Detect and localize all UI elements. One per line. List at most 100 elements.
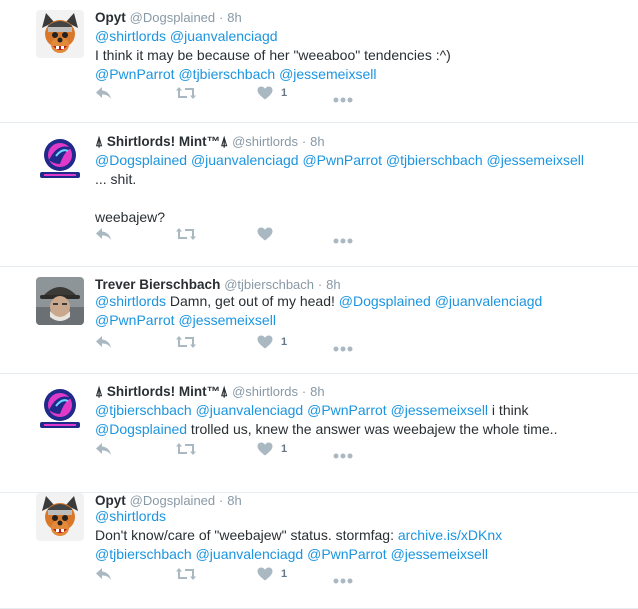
tweet-text-line: @shirtlords @juanvalenciagd [95,27,630,46]
timestamp[interactable]: 8h [227,493,241,508]
more-button[interactable] [333,90,353,110]
username[interactable]: @shirtlords [232,384,298,399]
like-button[interactable]: 1 [257,439,287,459]
mention-link[interactable]: @PwnParrot [95,66,175,82]
username[interactable]: @Dogsplained [130,493,215,508]
avatar[interactable] [36,10,84,58]
display-name[interactable]: ⍋ Shirtlords! Mint™⍋ [95,134,228,149]
mention-link[interactable]: @PwnParrot [307,402,387,418]
like-count: 1 [281,87,288,99]
mention-link[interactable]: @tjbierschbach [386,152,483,168]
timestamp[interactable]: 8h [227,10,241,25]
tweet[interactable]: Opyt @Dogsplained · 8h @shirtlords @juanv… [0,0,638,123]
retweet-button[interactable] [176,224,196,244]
mention-link[interactable]: @jessemeixsell [279,66,376,82]
tweet[interactable]: Trever Bierschbach @tjbierschbach · 8h @s… [0,267,638,374]
dog-avatar-icon [36,493,84,541]
mention-link[interactable]: @jessemeixsell [391,402,488,418]
tweet-text-line: @PwnParrot @jessemeixsell [95,311,630,330]
reply-button[interactable] [95,332,113,352]
mention-link[interactable]: @shirtlords [95,508,166,524]
separator-dot: · [317,277,323,292]
separator-dot: · [219,493,224,508]
retweet-button[interactable] [176,83,196,103]
tweet[interactable]: ⍋ Shirtlords! Mint™⍋ @shirtlords · 8h @tj… [0,374,638,493]
timestamp[interactable]: 8h [310,384,324,399]
mention-link[interactable]: @tjbierschbach [95,546,192,562]
separator-dot: · [301,134,307,149]
avatar[interactable] [36,134,84,182]
reply-button[interactable] [95,83,113,103]
tweet-actions: 1 [95,439,365,459]
tweet-header: Trever Bierschbach @tjbierschbach · 8h [95,275,630,293]
mention-link[interactable]: @PwnParrot [302,152,382,168]
display-name[interactable]: Trever Bierschbach [95,277,220,292]
username[interactable]: @shirtlords [232,134,298,149]
mention-link[interactable]: @juanvalenciagd [191,152,299,168]
reply-icon [95,335,113,349]
tweet-text-line: @tjbierschbach @juanvalenciagd @PwnParro… [95,545,630,564]
tweet[interactable]: Opyt @Dogsplained · 8h @shirtlords Don't k… [0,493,638,609]
retweet-icon [176,567,196,581]
mention-link[interactable]: @tjbierschbach [95,402,192,418]
retweet-button[interactable] [176,439,196,459]
like-button[interactable]: 1 [257,332,287,352]
mention-link[interactable]: @shirtlords [95,293,166,309]
mention-link[interactable]: @Dogsplained [95,152,187,168]
mention-link[interactable]: @juanvalenciagd [170,28,278,44]
tweet-actions [95,224,365,244]
username[interactable]: @tjbierschbach [224,277,314,292]
tweet-text-line: @shirtlords Damn, get out of my head! @D… [95,292,630,311]
reply-button[interactable] [95,564,113,584]
mention-link[interactable]: @juanvalenciagd [196,546,304,562]
text-segment: I think it may be because of her "weeabo… [95,47,451,63]
mention-link[interactable]: @PwnParrot [307,546,387,562]
mention-link[interactable]: @jessemeixsell [391,546,488,562]
avatar[interactable] [36,384,84,432]
tweet-header: ⍋ Shirtlords! Mint™⍋ @shirtlords · 8h [95,132,630,150]
more-button[interactable] [333,231,353,251]
mention-link[interactable]: @tjbierschbach [178,66,275,82]
mention-link[interactable]: @jessemeixsell [487,152,584,168]
tweet-content: Opyt @Dogsplained · 8h @shirtlords @juanv… [95,8,630,84]
username[interactable]: @Dogsplained [130,10,215,25]
mention-link[interactable]: @jessemeixsell [178,312,275,328]
retweet-button[interactable] [176,564,196,584]
shirtlords-avatar-icon [36,384,84,432]
retweet-icon [176,335,196,349]
reply-button[interactable] [95,224,113,244]
url-link[interactable]: archive.is/xDKnx [398,527,502,543]
mention-link[interactable]: @PwnParrot [95,312,175,328]
mention-link[interactable]: @juanvalenciagd [435,293,543,309]
retweet-button[interactable] [176,332,196,352]
tweet[interactable]: ⍋ Shirtlords! Mint™⍋ @shirtlords · 8h @Do… [0,123,638,267]
text-segment: trolled us, knew the answer was weebajew… [187,421,558,437]
avatar[interactable] [36,277,84,325]
avatar[interactable] [36,493,84,541]
display-name[interactable]: ⍋ Shirtlords! Mint™⍋ [95,384,228,399]
timestamp[interactable]: 8h [310,134,324,149]
tweet-text-line: Don't know/care of "weebajew" status. st… [95,526,630,545]
mention-link[interactable]: @Dogsplained [339,293,431,309]
mention-link[interactable]: @Dogsplained [95,421,187,437]
tweet-text: @Dogsplained @juanvalenciagd @PwnParrot … [95,151,630,227]
retweet-icon [176,227,196,241]
timestamp[interactable]: 8h [326,277,340,292]
like-button[interactable] [257,224,273,244]
reply-button[interactable] [95,439,113,459]
like-button[interactable]: 1 [257,83,287,103]
tweet-header: ⍋ Shirtlords! Mint™⍋ @shirtlords · 8h [95,382,630,400]
like-count: 1 [281,568,288,580]
tweet-feed: Opyt @Dogsplained · 8h @shirtlords @juanv… [0,0,638,609]
tweet-text-line: @Dogsplained trolled us, knew the answer… [95,420,630,439]
display-name[interactable]: Opyt [95,10,126,25]
more-button[interactable] [333,571,353,591]
trever-avatar-icon [36,277,84,325]
more-button[interactable] [333,446,353,466]
like-button[interactable]: 1 [257,564,287,584]
mention-link[interactable]: @juanvalenciagd [196,402,304,418]
mention-link[interactable]: @shirtlords [95,28,166,44]
tweet-content: Trever Bierschbach @tjbierschbach · 8h @s… [95,275,630,330]
display-name[interactable]: Opyt [95,493,126,508]
more-button[interactable] [333,339,353,359]
